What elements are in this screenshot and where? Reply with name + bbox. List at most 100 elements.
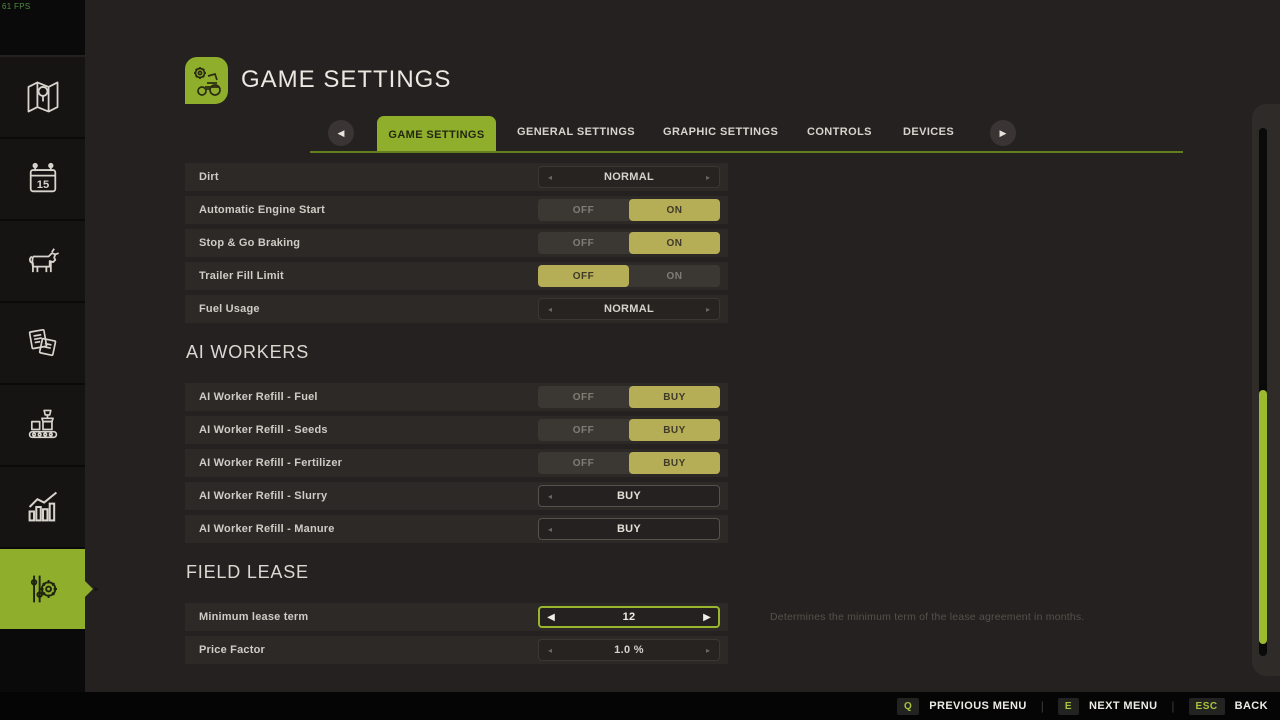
key-esc[interactable]: ESC: [1188, 697, 1225, 715]
setting-label: Price Factor: [199, 644, 265, 656]
setting-label: AI Worker Refill - Fuel: [199, 391, 318, 403]
section-title-field-lease: FIELD LEASE: [186, 562, 309, 582]
tab-devices[interactable]: DEVICES: [903, 126, 954, 138]
setting-row-refill-fertilizer: AI Worker Refill - Fertilizer OFF BUY: [185, 449, 728, 477]
selector-value: BUY: [616, 490, 642, 502]
toggle-refill-fuel: OFF BUY: [538, 386, 720, 408]
selector-price-factor[interactable]: ◂ 1.0 % ▸: [538, 639, 720, 661]
arrow-left-icon[interactable]: ◂: [539, 646, 561, 655]
arrow-left-icon[interactable]: ◂: [539, 525, 561, 534]
setting-label: AI Worker Refill - Seeds: [199, 424, 328, 436]
setting-row-refill-slurry: AI Worker Refill - Slurry ◂ BUY ▸: [185, 482, 728, 510]
toggle-off-button[interactable]: OFF: [538, 386, 629, 408]
tab-underline: [310, 151, 1183, 153]
arrow-right-icon[interactable]: ▸: [697, 173, 719, 182]
map-icon: [27, 81, 58, 113]
arrow-left-icon[interactable]: ◂: [539, 305, 561, 314]
selector-value: NORMAL: [603, 303, 655, 315]
sidebar-item-animals[interactable]: [0, 221, 85, 301]
arrow-right-icon[interactable]: ▸: [697, 646, 719, 655]
arrow-left-icon[interactable]: ◂: [539, 173, 561, 182]
arrow-left-icon[interactable]: ◀: [540, 612, 562, 623]
statistics-icon: [28, 491, 57, 522]
sidebar-item-finances[interactable]: [0, 303, 85, 383]
sidebar-item-map[interactable]: [0, 57, 85, 137]
page-title: GAME SETTINGS: [241, 66, 452, 93]
setting-label: AI Worker Refill - Manure: [199, 523, 335, 535]
tab-game-settings[interactable]: GAME SETTINGS: [377, 116, 496, 153]
scrollbar-thumb[interactable]: [1259, 390, 1267, 644]
selector-value: 1.0 %: [614, 644, 644, 656]
toggle-automatic-engine-start: OFF ON: [538, 199, 720, 221]
toggle-on-button[interactable]: ON: [629, 265, 720, 287]
game-settings-icon: [185, 57, 228, 104]
toggle-off-button[interactable]: OFF: [538, 265, 629, 287]
tab-general-settings[interactable]: GENERAL SETTINGS: [517, 126, 635, 138]
setting-label: Dirt: [199, 171, 219, 183]
sidebar-item-production[interactable]: [0, 385, 85, 465]
toggle-buy-button[interactable]: BUY: [629, 386, 720, 408]
section-title-ai-workers: AI WORKERS: [186, 342, 310, 362]
chevron-right-icon: ▶: [999, 127, 1007, 138]
selector-dirt[interactable]: ◂ NORMAL ▸: [538, 166, 720, 188]
setting-row-stop-go-braking: Stop & Go Braking OFF ON: [185, 229, 728, 257]
arrow-right-icon[interactable]: ▶: [696, 612, 718, 623]
toggle-buy-button[interactable]: BUY: [629, 452, 720, 474]
selector-value: BUY: [616, 523, 642, 535]
tab-graphic-settings[interactable]: GRAPHIC SETTINGS: [663, 126, 778, 138]
selector-value: NORMAL: [603, 171, 655, 183]
setting-label: Stop & Go Braking: [199, 237, 301, 249]
setting-help-text: Determines the minimum term of the lease…: [770, 611, 1085, 623]
tab-controls[interactable]: CONTROLS: [807, 126, 872, 138]
chevron-left-icon: ◀: [337, 127, 345, 138]
toggle-refill-seeds: OFF BUY: [538, 419, 720, 441]
sidebar-item-calendar[interactable]: 15: [0, 139, 85, 219]
tractor-gear-icon: [193, 66, 221, 96]
setting-row-dirt: Dirt ◂ NORMAL ▸: [185, 163, 728, 191]
selector-value: 12: [622, 611, 636, 623]
setting-row-trailer-fill-limit: Trailer Fill Limit OFF ON: [185, 262, 728, 290]
tabs-prev-button[interactable]: ◀: [328, 120, 354, 146]
animals-icon: [28, 248, 59, 273]
tabs-next-button[interactable]: ▶: [990, 120, 1016, 146]
sidebar-item-settings[interactable]: ▸: [0, 549, 99, 629]
back-label[interactable]: BACK: [1235, 700, 1268, 712]
selector-refill-manure[interactable]: ◂ BUY ▸: [538, 518, 720, 540]
setting-label: AI Worker Refill - Fertilizer: [199, 457, 343, 469]
toggle-off-button[interactable]: OFF: [538, 199, 629, 221]
setting-label: Automatic Engine Start: [199, 204, 326, 216]
toggle-on-button[interactable]: ON: [629, 232, 720, 254]
top-left-panel: 61 FPS: [0, 0, 85, 55]
key-q[interactable]: Q: [896, 697, 920, 715]
toggle-buy-button[interactable]: BUY: [629, 419, 720, 441]
setting-row-automatic-engine-start: Automatic Engine Start OFF ON: [185, 196, 728, 224]
setting-row-price-factor: Price Factor ◂ 1.0 % ▸: [185, 636, 728, 664]
svg-text:15: 15: [36, 179, 48, 191]
settings-group-ai-workers: AI Worker Refill - Fuel OFF BUY AI Worke…: [185, 383, 728, 548]
toggle-on-button[interactable]: ON: [629, 199, 720, 221]
calendar-icon: 15: [29, 162, 56, 193]
settings-icon: [30, 575, 57, 603]
selector-minimum-lease-term[interactable]: ◀ 12 ▶: [538, 606, 720, 628]
fps-counter: 61 FPS: [2, 2, 31, 11]
setting-row-minimum-lease-term: Minimum lease term ◀ 12 ▶: [185, 603, 728, 631]
footer-bar: Q PREVIOUS MENU | E NEXT MENU | ESC BACK: [0, 692, 1280, 720]
key-e[interactable]: E: [1057, 697, 1080, 715]
selector-fuel-usage[interactable]: ◂ NORMAL ▸: [538, 298, 720, 320]
settings-group-general: Dirt ◂ NORMAL ▸ Automatic Engine Start O…: [185, 163, 728, 328]
setting-label: Minimum lease term: [199, 611, 309, 623]
arrow-right-icon[interactable]: ▸: [697, 305, 719, 314]
toggle-off-button[interactable]: OFF: [538, 452, 629, 474]
sidebar-item-statistics[interactable]: [0, 467, 85, 547]
setting-row-refill-seeds: AI Worker Refill - Seeds OFF BUY: [185, 416, 728, 444]
previous-menu-label[interactable]: PREVIOUS MENU: [929, 700, 1027, 712]
toggle-off-button[interactable]: OFF: [538, 419, 629, 441]
active-pointer-icon: ▸: [94, 583, 99, 594]
setting-row-fuel-usage: Fuel Usage ◂ NORMAL ▸: [185, 295, 728, 323]
next-menu-label[interactable]: NEXT MENU: [1089, 700, 1157, 712]
toggle-off-button[interactable]: OFF: [538, 232, 629, 254]
arrow-left-icon[interactable]: ◂: [539, 492, 561, 501]
selector-refill-slurry[interactable]: ◂ BUY ▸: [538, 485, 720, 507]
setting-row-refill-manure: AI Worker Refill - Manure ◂ BUY ▸: [185, 515, 728, 543]
setting-row-refill-fuel: AI Worker Refill - Fuel OFF BUY: [185, 383, 728, 411]
